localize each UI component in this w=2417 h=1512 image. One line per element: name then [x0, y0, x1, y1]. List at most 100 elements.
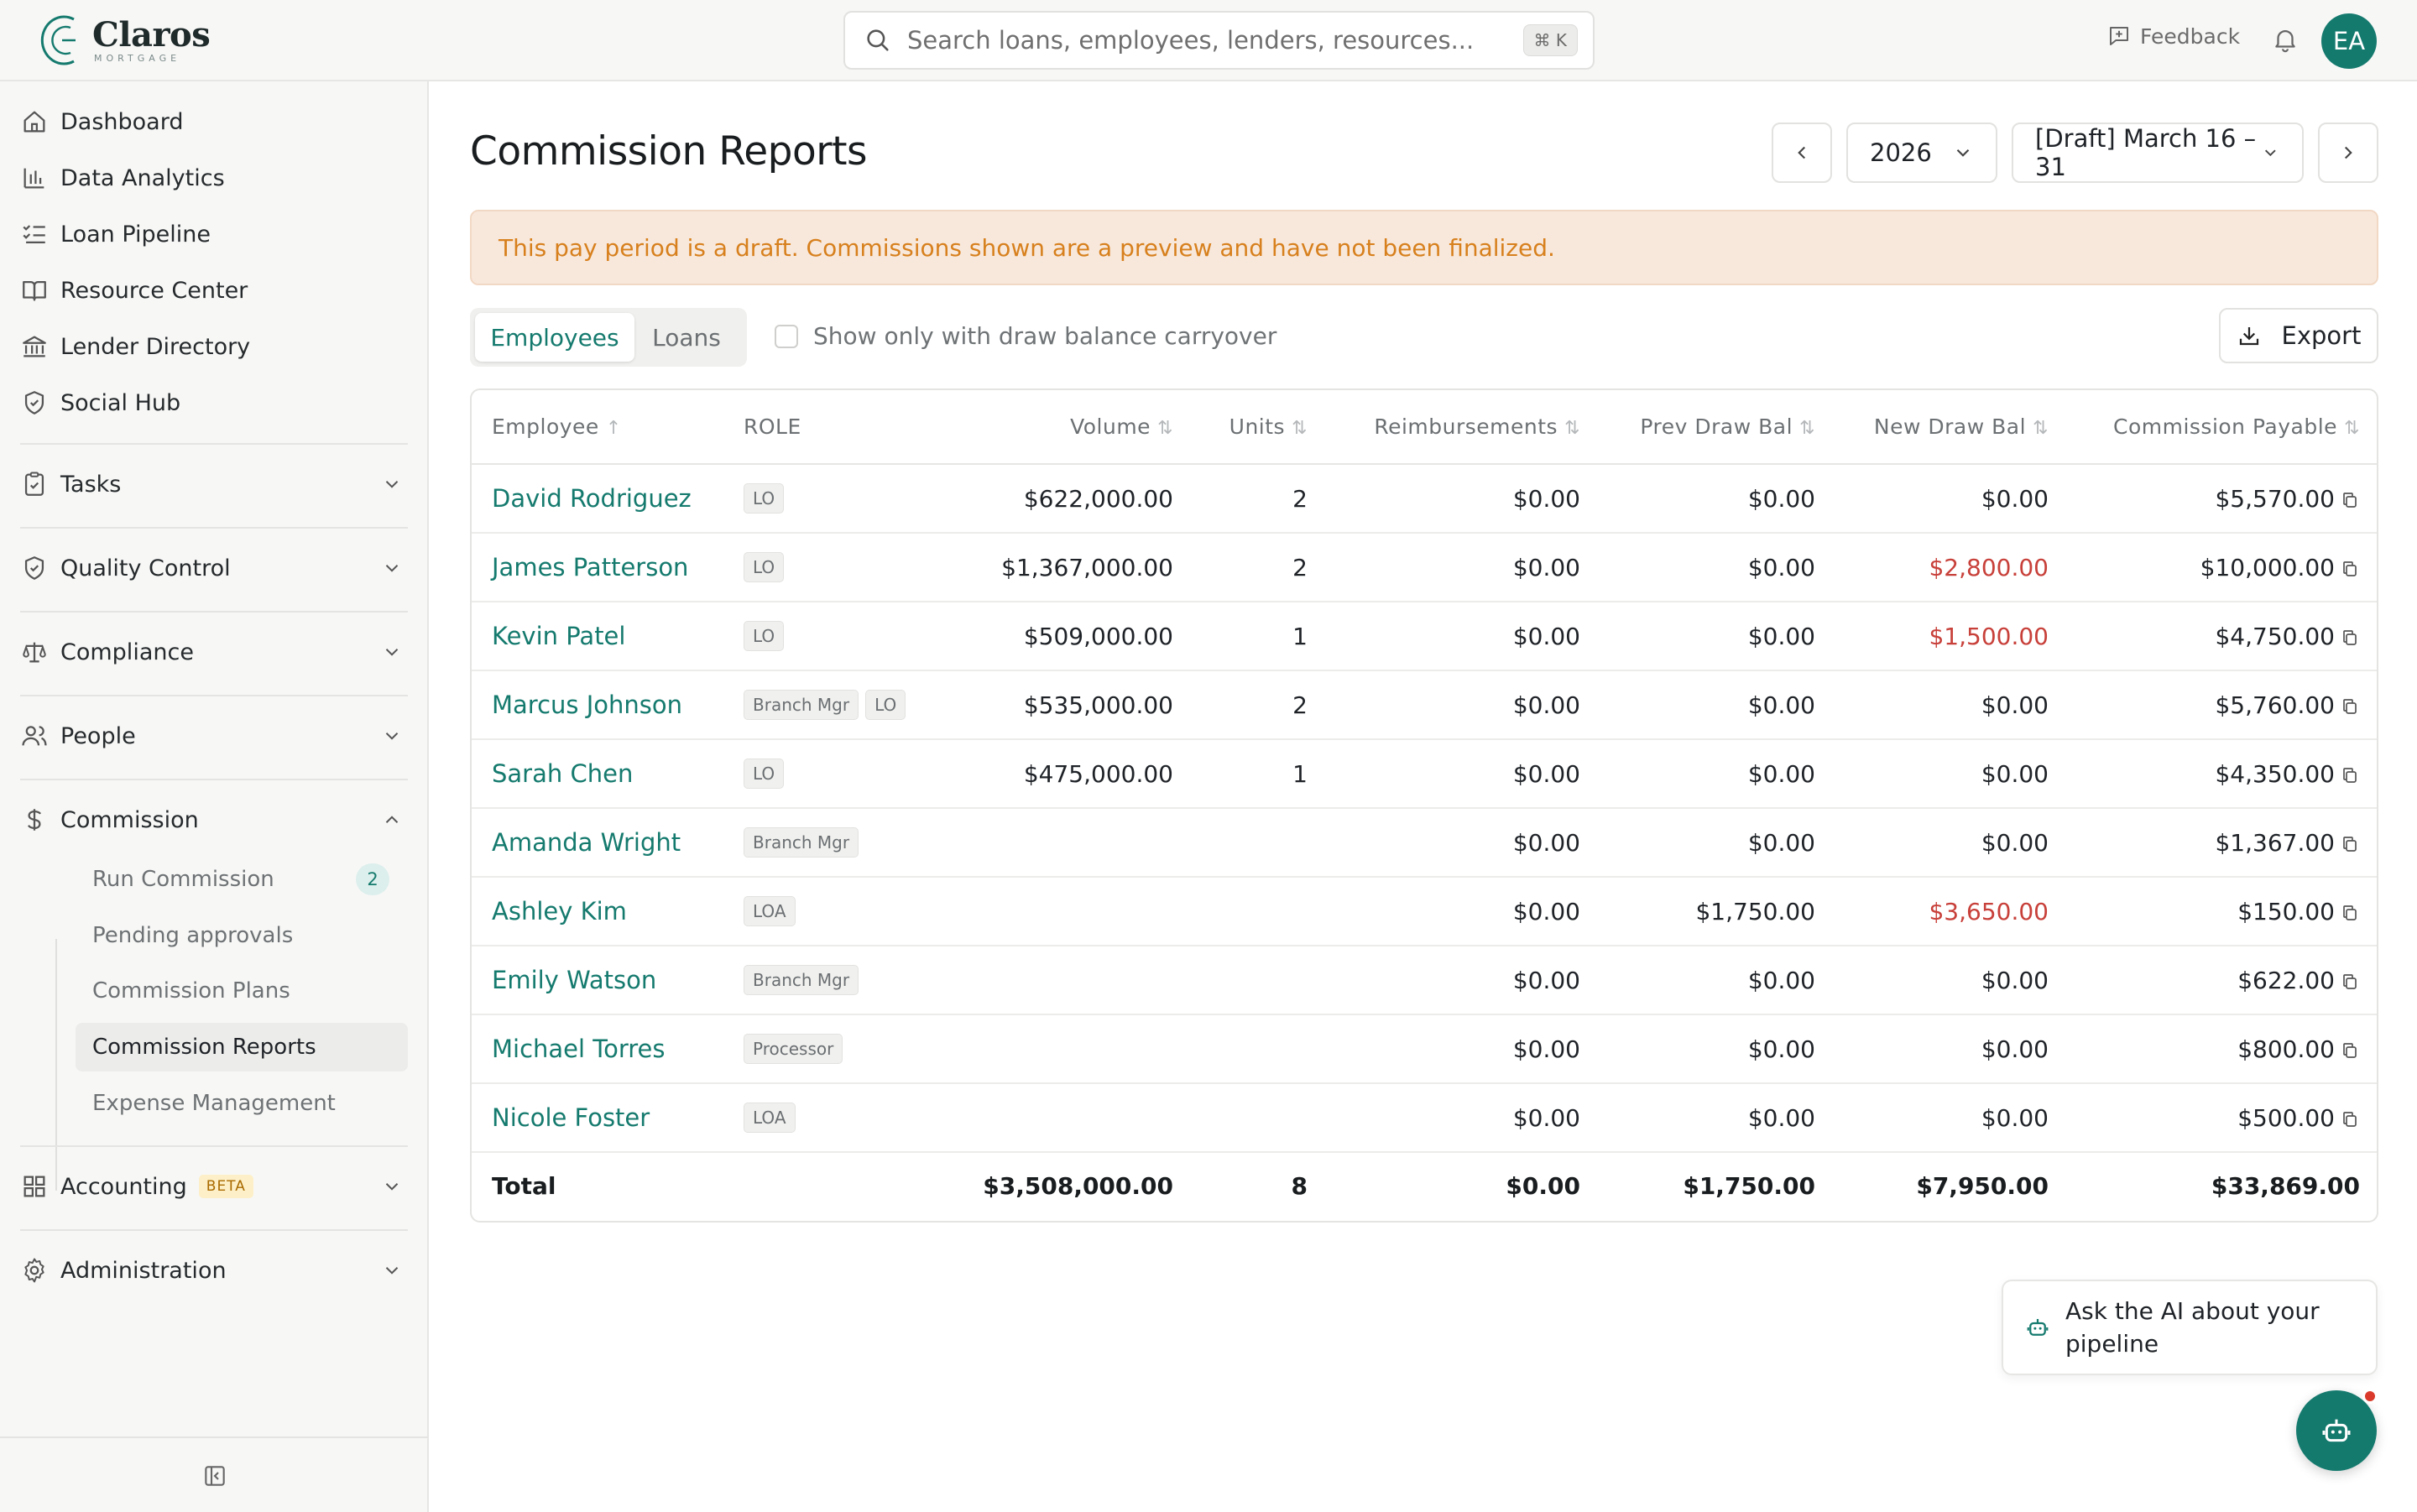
feedback-button[interactable]: Feedback	[2106, 23, 2240, 49]
role-cell: LO	[723, 533, 942, 602]
search-input[interactable]: Search loans, employees, lenders, resour…	[843, 11, 1595, 70]
tab-loans[interactable]: Loans	[634, 313, 739, 362]
collapse-sidebar-icon[interactable]	[201, 1462, 228, 1489]
draw-carryover-filter[interactable]: Show only with draw balance carryover	[775, 322, 1276, 350]
column-header-employee[interactable]: Employee ↑	[472, 390, 723, 465]
draw-carryover-label: Show only with draw balance carryover	[813, 322, 1277, 350]
sidebar-section-people[interactable]: People	[20, 712, 408, 759]
sidebar-subitem-commission-plans[interactable]: Commission Plans	[76, 967, 408, 1015]
avatar[interactable]: EA	[2321, 13, 2377, 69]
table-row: Kevin Patel LO $509,000.00 1 $0.00 $0.00 $1,50…	[472, 602, 2377, 671]
role-badge: LO	[744, 483, 785, 514]
role-cell: Processor	[723, 1014, 942, 1084]
sidebar-subitem-run-commission[interactable]: Run Commission 2	[76, 855, 408, 904]
copy-icon[interactable]	[2340, 696, 2360, 717]
copy-icon[interactable]	[2340, 1109, 2360, 1129]
sidebar-item-label: Loan Pipeline	[60, 221, 211, 248]
new-draw-bal-cell: $2,800.00	[1835, 533, 2069, 602]
sidebar-item-dashboard[interactable]: Dashboard	[20, 98, 183, 145]
column-header-reimbursements[interactable]: Reimbursements ⇅	[1328, 390, 1600, 465]
column-header-prev-draw-bal[interactable]: Prev Draw Bal ⇅	[1600, 390, 1835, 465]
column-header-commission-payable[interactable]: Commission Payable ⇅	[2069, 390, 2377, 465]
sidebar-item-resource-center[interactable]: Resource Center	[20, 267, 248, 314]
copy-icon[interactable]	[2340, 490, 2360, 510]
employee-name-link[interactable]: Marcus Johnson	[472, 670, 723, 740]
prev-draw-bal-cell: $0.00	[1600, 946, 1835, 1015]
logo-mark-icon	[40, 15, 76, 65]
commission-payable-value: $800.00	[2237, 1035, 2335, 1063]
sidebar-section-label: Commission	[60, 806, 199, 833]
year-select[interactable]: 2026	[1846, 123, 1997, 183]
page-title: Commission Reports	[470, 128, 868, 175]
chevron-down-icon	[2265, 149, 2277, 157]
copy-icon[interactable]	[2340, 972, 2360, 992]
employee-name-link[interactable]: David Rodriguez	[472, 464, 723, 534]
ai-assistant-prompt[interactable]: Ask the AI about your pipeline	[2002, 1280, 2378, 1375]
scale-icon	[23, 642, 46, 663]
new-draw-bal-cell: $0.00	[1835, 1083, 2069, 1153]
employee-name-link[interactable]: Nicole Foster	[472, 1083, 723, 1153]
brand-logo[interactable]: Claros MORTGAGE	[37, 12, 238, 69]
role-cell: LO	[723, 602, 942, 671]
previous-period-button[interactable]	[1772, 123, 1832, 183]
sidebar-item-loan-pipeline[interactable]: Loan Pipeline	[20, 211, 211, 258]
role-badge: LO	[744, 759, 785, 789]
copy-icon[interactable]	[2340, 765, 2360, 785]
employee-name-link[interactable]: Kevin Patel	[472, 602, 723, 671]
employee-name-link[interactable]: Emily Watson	[472, 946, 723, 1015]
copy-icon[interactable]	[2340, 559, 2360, 579]
ai-chat-button[interactable]	[2296, 1390, 2377, 1471]
role-badge: LOA	[744, 1103, 796, 1133]
sidebar-section-compliance[interactable]: Compliance	[20, 628, 408, 675]
employee-name-link[interactable]: Amanda Wright	[472, 808, 723, 878]
sidebar-section-commission[interactable]: Commission	[20, 796, 408, 843]
sidebar-subitem-label: Run Commission	[92, 867, 274, 892]
year-value: 2026	[1870, 138, 1932, 167]
notification-dot	[2362, 1389, 2378, 1404]
sidebar-divider	[20, 1229, 408, 1231]
employee-name-link[interactable]: James Patterson	[472, 533, 723, 602]
copy-icon[interactable]	[2340, 834, 2360, 854]
employee-name-link[interactable]: Ashley Kim	[472, 877, 723, 946]
table-row: Nicole Foster LOA $0.00 $0.00 $0.00 $500.00	[472, 1083, 2377, 1153]
pay-period-select[interactable]: [Draft] March 16 – 31	[2012, 123, 2304, 183]
sidebar-subitem-pending-approvals[interactable]: Pending approvals	[76, 911, 408, 960]
copy-icon[interactable]	[2340, 628, 2360, 648]
sidebar-section-tasks[interactable]: Tasks	[20, 461, 408, 508]
employee-name-link[interactable]: Sarah Chen	[472, 739, 723, 809]
copy-icon[interactable]	[2340, 1040, 2360, 1061]
sidebar-section-label: People	[60, 722, 136, 749]
sidebar-item-lender-directory[interactable]: Lender Directory	[20, 323, 250, 370]
chevron-down-icon	[385, 1267, 399, 1275]
tab-employees[interactable]: Employees	[475, 313, 634, 362]
chevron-down-icon	[385, 565, 399, 572]
sidebar-section-administration[interactable]: Administration	[20, 1247, 408, 1294]
commission-payable-value: $500.00	[2237, 1103, 2335, 1132]
commission-payable-cell: $622.00	[2069, 946, 2377, 1015]
next-period-button[interactable]	[2318, 123, 2378, 183]
draw-carryover-checkbox[interactable]	[775, 324, 798, 348]
new-draw-bal-cell: $0.00	[1835, 670, 2069, 740]
export-button[interactable]: Export	[2219, 308, 2378, 363]
chevron-down-icon	[385, 733, 399, 740]
reimbursements-cell: $0.00	[1328, 1083, 1600, 1153]
employee-name-link[interactable]: Michael Torres	[472, 1014, 723, 1084]
column-header-volume[interactable]: Volume ⇅	[942, 390, 1193, 465]
prev-draw-bal-cell: $0.00	[1600, 739, 1835, 809]
column-header-new-draw-bal[interactable]: New Draw Bal ⇅	[1835, 390, 2069, 465]
bell-icon[interactable]	[2271, 23, 2300, 55]
sidebar-subitem-expense-management[interactable]: Expense Management	[76, 1079, 408, 1128]
sidebar-item-data-analytics[interactable]: Data Analytics	[20, 154, 225, 201]
column-header-units[interactable]: Units ⇅	[1193, 390, 1328, 465]
copy-icon[interactable]	[2340, 903, 2360, 923]
sidebar-item-social-hub[interactable]: Social Hub	[20, 379, 180, 426]
sidebar-subitem-commission-reports[interactable]: Commission Reports	[76, 1023, 408, 1071]
main-content: Commission Reports 2026 [Draft] March 16…	[429, 81, 2417, 1512]
pay-period-value: [Draft] March 16 – 31	[2035, 124, 2257, 181]
commission-payable-cell: $4,750.00	[2069, 602, 2377, 671]
role-cell: LOA	[723, 1083, 942, 1153]
role-cell: Branch Mgr LO	[723, 670, 942, 740]
list-check-icon	[23, 225, 45, 244]
sidebar-section-accounting[interactable]: Accounting BETA	[20, 1163, 408, 1210]
sidebar-section-quality-control[interactable]: Quality Control	[20, 545, 408, 592]
